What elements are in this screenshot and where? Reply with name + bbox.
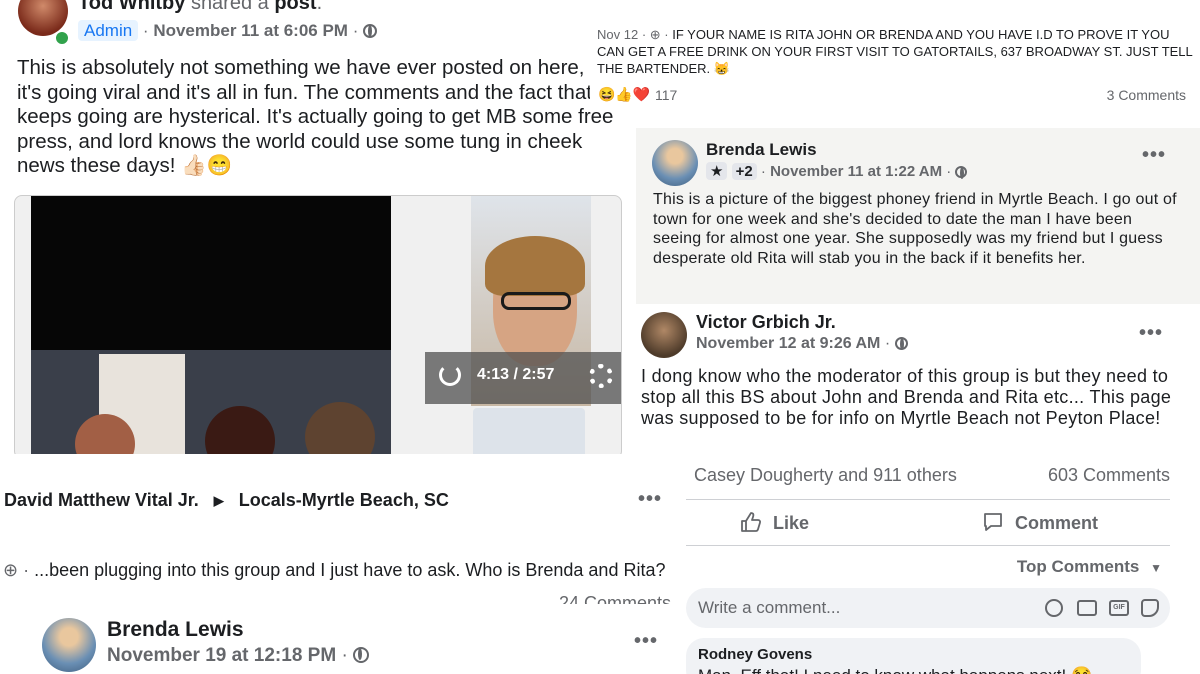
more-options-icon[interactable]: ••• xyxy=(638,488,662,511)
post-text: This is a picture of the biggest phoney … xyxy=(653,191,1177,267)
post-header: Tod Whitby shared a post. xyxy=(78,0,322,15)
comments-count[interactable]: 3 Comments xyxy=(1107,87,1186,103)
reaction-count[interactable]: 117 xyxy=(655,87,677,103)
more-options-icon[interactable]: ••• xyxy=(634,630,658,653)
action-text: shared a xyxy=(190,0,269,14)
post-david-vital: David Matthew Vital Jr. ▶ Locals-Myrtle … xyxy=(0,454,686,604)
object-link[interactable]: post xyxy=(274,0,316,14)
video-time: 4:13 / 2:57 xyxy=(477,366,555,383)
avatar[interactable] xyxy=(42,618,96,672)
video-player[interactable]: 4:13 / 2:57 xyxy=(14,195,622,454)
timestamp[interactable]: November 11 at 6:06 PM xyxy=(153,21,348,40)
audience-icon: ⊕ · xyxy=(3,560,35,580)
reactions-summary[interactable]: Casey Dougherty and 911 others xyxy=(694,465,957,486)
post-gatortails-ad: Nov 12 · ⊕ · IF YOUR NAME IS RITA JOHN O… xyxy=(590,20,1200,110)
ad-date[interactable]: Nov 12 xyxy=(597,27,638,42)
reply-bubble: Rodney Govens Man, Eff that! I need to k… xyxy=(686,638,1141,674)
write-comment-placeholder: Write a comment... xyxy=(698,598,841,617)
reply-text: Man, Eff that! I need to know what happe… xyxy=(698,666,1092,674)
globe-icon xyxy=(353,647,370,663)
more-options-icon[interactable]: ••• xyxy=(1142,144,1166,167)
timestamp[interactable]: November 11 at 1:22 AM xyxy=(770,163,942,180)
online-dot-icon xyxy=(54,30,70,46)
globe-icon xyxy=(894,337,908,350)
like-label: Like xyxy=(773,513,810,534)
sort-label: Top Comments xyxy=(1016,557,1140,576)
replay-icon[interactable] xyxy=(439,364,461,386)
post-text: This is absolutely not something we have… xyxy=(17,56,619,177)
post-tod-whitby: Tod Whitby shared a post. Admin · Novemb… xyxy=(0,0,636,454)
meta-row: Admin · November 11 at 6:06 PM · xyxy=(78,20,378,41)
comment-thumbnail xyxy=(473,408,585,454)
star-badge-icon: ★ xyxy=(706,162,728,180)
meta-row: November 12 at 9:26 AM · xyxy=(696,335,908,353)
reaction-icons[interactable]: 😆👍❤️ xyxy=(598,86,650,103)
meta-row: November 19 at 12:18 PM · xyxy=(107,645,370,667)
caret-down-icon: ▼ xyxy=(1150,561,1162,575)
avatar[interactable] xyxy=(641,312,687,358)
like-button[interactable]: Like xyxy=(740,511,809,538)
settings-gear-icon[interactable] xyxy=(589,364,613,388)
globe-icon xyxy=(955,166,968,179)
ad-text: IF YOUR NAME IS RITA JOHN OR BRENDA AND … xyxy=(597,27,1193,76)
author-name[interactable]: Victor Grbich Jr. xyxy=(696,312,836,333)
reply-author[interactable]: Rodney Govens xyxy=(698,646,812,663)
timestamp[interactable]: November 19 at 12:18 PM xyxy=(107,645,336,666)
gif-icon[interactable]: GIF xyxy=(1109,600,1129,616)
avatar[interactable] xyxy=(652,140,698,186)
comment-label: Comment xyxy=(1015,513,1099,534)
divider xyxy=(686,545,1170,546)
author-name[interactable]: Tod Whitby xyxy=(78,0,185,14)
more-options-icon[interactable]: ••• xyxy=(1139,322,1163,345)
post-text-row: ⊕ · ...been plugging into this group and… xyxy=(3,560,665,581)
sort-comments-dropdown[interactable]: Top Comments ▼ xyxy=(1017,557,1162,577)
comment-button[interactable]: Comment xyxy=(982,511,1098,538)
sticker-icon[interactable] xyxy=(1141,599,1159,617)
camera-icon[interactable] xyxy=(1077,600,1097,616)
post-header: David Matthew Vital Jr. ▶ Locals-Myrtle … xyxy=(4,490,449,511)
hair xyxy=(485,236,585,296)
post-brenda-lewis-1: Brenda Lewis ★ +2 · November 11 at 1:22 … xyxy=(636,128,1200,304)
glasses-icon xyxy=(501,292,571,310)
post-text: ...been plugging into this group and I j… xyxy=(34,560,666,580)
timestamp[interactable]: November 12 at 9:26 AM xyxy=(696,335,880,352)
author-name[interactable]: Brenda Lewis xyxy=(706,140,817,160)
post-victor-grbich: Victor Grbich Jr. November 12 at 9:26 AM… xyxy=(636,304,1200,674)
admin-badge: Admin xyxy=(78,20,139,41)
ad-text-block: Nov 12 · ⊕ · IF YOUR NAME IS RITA JOHN O… xyxy=(597,27,1193,76)
caret-right-icon: ▶ xyxy=(213,493,224,508)
author-name[interactable]: Brenda Lewis xyxy=(107,618,244,642)
badge-count: +2 xyxy=(731,163,757,180)
post-brenda-lewis-2: Brenda Lewis November 19 at 12:18 PM · •… xyxy=(0,604,686,674)
emoji-icon[interactable] xyxy=(1045,599,1063,617)
group-name[interactable]: Locals-Myrtle Beach, SC xyxy=(239,490,449,510)
thumbs-up-icon xyxy=(740,511,762,538)
comments-count[interactable]: 603 Comments xyxy=(1048,465,1170,486)
divider xyxy=(686,499,1170,500)
comments-count[interactable]: 24 Comments xyxy=(559,593,671,604)
write-comment-input[interactable]: Write a comment... GIF xyxy=(686,588,1170,628)
post-text: I dong know who the moderator of this gr… xyxy=(641,366,1172,428)
globe-icon xyxy=(363,24,378,38)
meta-row: ★ +2 · November 11 at 1:22 AM · xyxy=(706,162,968,180)
comment-bubble-icon xyxy=(982,511,1004,538)
author-name[interactable]: David Matthew Vital Jr. xyxy=(4,490,199,510)
